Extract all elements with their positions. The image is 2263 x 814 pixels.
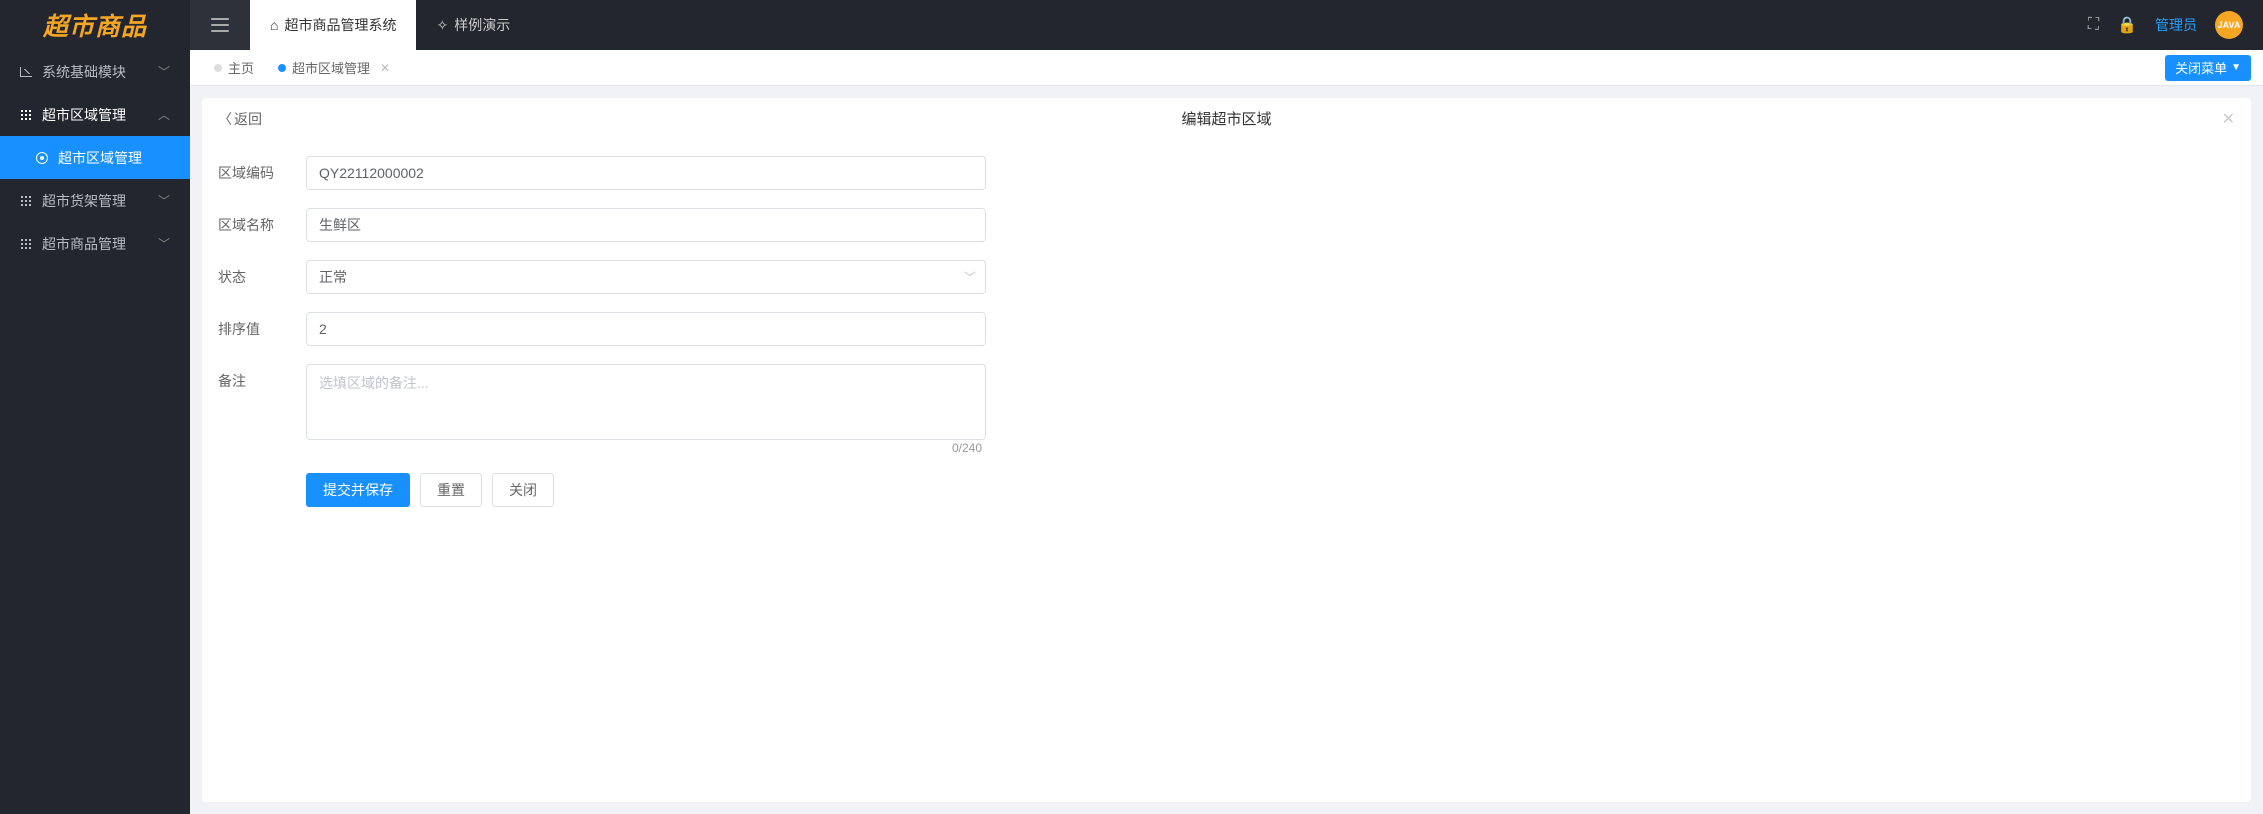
- chevron-down-icon: ﹀: [158, 63, 170, 80]
- logo[interactable]: 超市商品: [0, 0, 190, 50]
- sidebar-submenu: 超市区域管理: [0, 136, 190, 179]
- sidebar-item-label: 超市货架管理: [42, 191, 126, 211]
- fullscreen-icon[interactable]: ⛶: [2088, 16, 2099, 34]
- sidebar-item-label: 系统基础模块: [42, 62, 126, 82]
- chevron-up-icon: ︿: [158, 106, 170, 123]
- main: 主页 超市区域管理 ✕ 关闭菜单 ▼: [190, 50, 2263, 814]
- close-menu-label: 关闭菜单: [2175, 58, 2227, 77]
- page-tabs: 主页 超市区域管理 ✕ 关闭菜单 ▼: [190, 50, 2263, 86]
- panel-close-button[interactable]: ✕: [2222, 109, 2235, 129]
- remark-label: 备注: [218, 364, 306, 391]
- panel-header: 〈 返回 编辑超市区域 ✕: [202, 98, 2251, 140]
- sidebar-item-shelf-mgmt[interactable]: 超市货架管理 ﹀: [0, 179, 190, 222]
- code-input[interactable]: [306, 156, 986, 190]
- sidebar-item-label: 超市商品管理: [42, 234, 126, 254]
- chevron-down-icon: ﹀: [158, 235, 170, 252]
- page-tab-area-mgmt[interactable]: 超市区域管理 ✕: [266, 50, 402, 85]
- chevron-down-icon: ﹀: [158, 192, 170, 209]
- caret-down-icon: ▼: [2231, 62, 2241, 73]
- close-icon[interactable]: ✕: [380, 61, 390, 75]
- hamburger-icon: [211, 18, 229, 32]
- sidebar-item-system-base[interactable]: 系统基础模块 ﹀: [0, 50, 190, 93]
- lock-icon[interactable]: 🔒: [2117, 15, 2137, 35]
- form: 区域编码 区域名称 状态: [202, 140, 1002, 531]
- hamburger-button[interactable]: [190, 0, 250, 50]
- panel: 〈 返回 编辑超市区域 ✕ 区域编码: [202, 98, 2251, 802]
- sidebar-item-label: 超市区域管理: [42, 105, 126, 125]
- name-input[interactable]: [306, 208, 986, 242]
- sort-input[interactable]: [306, 312, 986, 346]
- dot-icon: [214, 64, 222, 72]
- top-tab-system[interactable]: ⌂ 超市商品管理系统: [250, 0, 416, 50]
- target-icon: [36, 152, 48, 164]
- status-label: 状态: [218, 260, 306, 287]
- panel-title: 编辑超市区域: [1181, 108, 1271, 129]
- status-select[interactable]: [306, 260, 986, 294]
- sidebar-item-area-mgmt[interactable]: 超市区域管理 ︿: [0, 93, 190, 136]
- sort-label: 排序值: [218, 312, 306, 339]
- reset-button[interactable]: 重置: [420, 473, 482, 507]
- top-tabs: ⌂ 超市商品管理系统 ✧ 样例演示: [250, 0, 530, 50]
- top-tab-demo[interactable]: ✧ 样例演示: [416, 0, 530, 50]
- grid-icon: [20, 195, 32, 207]
- chevron-left-icon: 〈: [218, 109, 232, 129]
- sidebar-item-product-mgmt[interactable]: 超市商品管理 ﹀: [0, 222, 190, 265]
- close-menu-button[interactable]: 关闭菜单 ▼: [2165, 55, 2251, 81]
- home-icon: ⌂: [270, 17, 278, 33]
- chart-icon: [20, 67, 32, 77]
- page-tab-label: 超市区域管理: [292, 58, 370, 77]
- submit-button[interactable]: 提交并保存: [306, 473, 410, 507]
- avatar[interactable]: JAVA: [2215, 11, 2243, 39]
- logo-text: 超市商品: [43, 7, 147, 43]
- remark-textarea[interactable]: [306, 364, 986, 440]
- page-tab-label: 主页: [228, 58, 254, 77]
- top-tab-label: 超市商品管理系统: [284, 15, 396, 35]
- code-label: 区域编码: [218, 156, 306, 183]
- sidebar: 系统基础模块 ﹀ 超市区域管理 ︿ 超市区域管理 超市货架管理 ﹀: [0, 50, 190, 814]
- name-label: 区域名称: [218, 208, 306, 235]
- sidebar-subitem-area-mgmt[interactable]: 超市区域管理: [0, 136, 190, 179]
- grid-icon: [20, 109, 32, 121]
- close-button[interactable]: 关闭: [492, 473, 554, 507]
- page-tab-home[interactable]: 主页: [202, 50, 266, 85]
- char-count: 0/240: [306, 441, 986, 455]
- admin-link[interactable]: 管理员: [2155, 15, 2197, 35]
- sparkle-icon: ✧: [436, 17, 448, 34]
- header-right: ⛶ 🔒 管理员 JAVA: [2088, 11, 2263, 39]
- header: 超市商品 ⌂ 超市商品管理系统 ✧ 样例演示 ⛶ 🔒 管理员 JAVA: [0, 0, 2263, 50]
- top-tab-label: 样例演示: [454, 15, 510, 35]
- sidebar-subitem-label: 超市区域管理: [58, 148, 142, 168]
- back-button[interactable]: 〈 返回: [218, 109, 262, 129]
- grid-icon: [20, 238, 32, 250]
- dot-icon: [278, 64, 286, 72]
- back-label: 返回: [234, 109, 262, 129]
